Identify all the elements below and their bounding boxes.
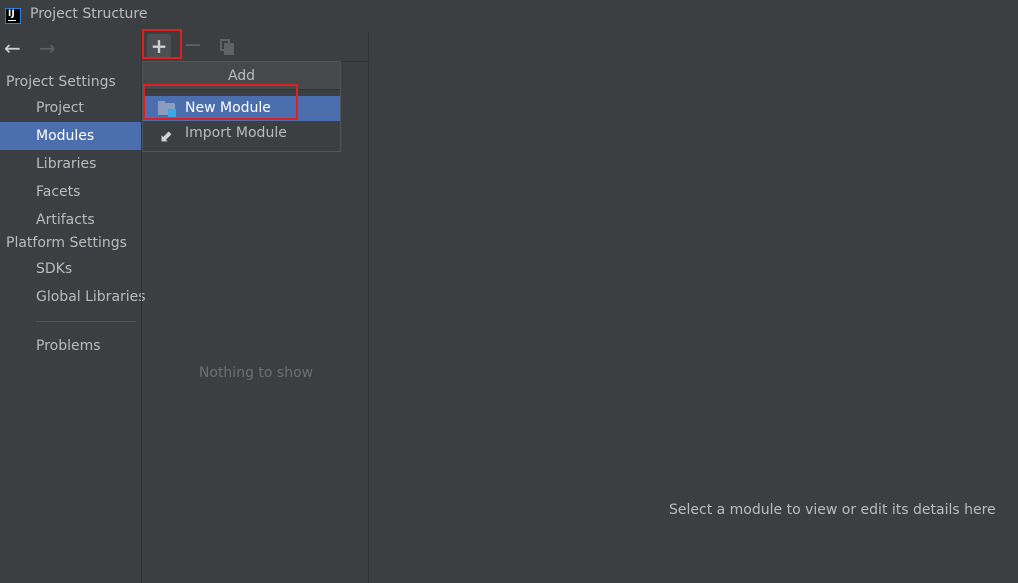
plus-icon: +: [150, 34, 168, 58]
sidebar-item-facets[interactable]: Facets: [0, 178, 141, 206]
menu-item-import-module[interactable]: ⬋ Import Module: [143, 121, 340, 146]
modules-toolbar: + −: [142, 29, 370, 62]
module-folder-icon: [158, 100, 176, 117]
sidebar-item-project[interactable]: Project: [0, 94, 141, 122]
menu-item-label: New Module: [185, 100, 271, 116]
window-title: Project Structure: [30, 6, 148, 22]
back-arrow-icon[interactable]: ←: [4, 36, 21, 60]
copy-button[interactable]: [215, 34, 239, 58]
add-button[interactable]: +: [142, 29, 182, 59]
sidebar-item-artifacts[interactable]: Artifacts: [0, 206, 141, 234]
forward-arrow-icon[interactable]: →: [39, 36, 56, 60]
intellij-app-icon: IJ: [5, 8, 21, 24]
nav-arrows: ← →: [0, 32, 141, 64]
title-bar: IJ Project Structure: [0, 0, 1018, 32]
menu-item-label: Import Module: [185, 125, 287, 141]
menu-item-new-module[interactable]: New Module: [143, 96, 340, 121]
empty-state-text: Nothing to show: [198, 365, 314, 381]
sidebar-item-problems[interactable]: Problems: [0, 332, 141, 360]
sidebar: ← → Project Settings Project Modules Lib…: [0, 32, 146, 583]
add-popup-menu: Add New Module ⬋ Import Module: [142, 61, 341, 152]
section-header-platform-settings: Platform Settings: [6, 235, 127, 251]
popup-title: Add: [143, 62, 340, 90]
section-header-project-settings: Project Settings: [6, 74, 116, 90]
sidebar-item-modules[interactable]: Modules: [0, 122, 141, 150]
copy-icon-front: [224, 43, 234, 55]
sidebar-item-sdks[interactable]: SDKs: [0, 255, 141, 283]
import-arrow-icon: ⬋: [160, 126, 174, 145]
sidebar-divider: [36, 321, 136, 322]
remove-button[interactable]: −: [181, 34, 205, 58]
sidebar-item-global-libraries[interactable]: Global Libraries: [0, 283, 146, 311]
minus-icon: −: [183, 33, 203, 58]
details-hint-text: Select a module to view or edit its deta…: [669, 502, 996, 518]
sidebar-item-libraries[interactable]: Libraries: [0, 150, 141, 178]
details-panel: Select a module to view or edit its deta…: [369, 32, 1018, 583]
